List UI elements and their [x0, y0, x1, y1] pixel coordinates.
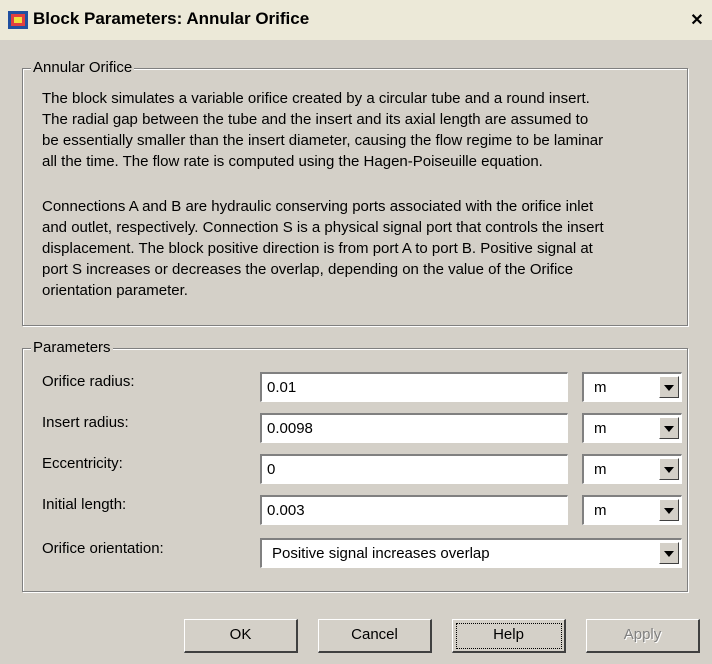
description-group-title: Annular Orifice [31, 59, 135, 76]
orifice-orientation-label: Orifice orientation: [42, 540, 164, 557]
description-paragraph-2: Connections A and B are hydraulic conser… [42, 198, 604, 299]
initial-length-label: Initial length: [42, 496, 127, 513]
help-button[interactable]: Help [452, 619, 566, 653]
cancel-button[interactable]: Cancel [318, 619, 432, 653]
initial-length-input[interactable]: 0.003 [260, 495, 568, 525]
chevron-down-icon[interactable] [659, 499, 679, 521]
close-icon[interactable]: ✕ [689, 13, 705, 29]
ok-button[interactable]: OK [184, 619, 298, 653]
chevron-down-icon[interactable] [659, 417, 679, 439]
insert-radius-input[interactable]: 0.0098 [260, 413, 568, 443]
chevron-down-icon[interactable] [659, 376, 679, 398]
eccentricity-label: Eccentricity: [42, 455, 123, 472]
description-paragraph-1: The block simulates a variable orifice c… [42, 90, 604, 170]
orifice-radius-unit-select[interactable]: m [582, 372, 682, 402]
orifice-orientation-select[interactable]: Positive signal increases overlap [260, 538, 682, 568]
chevron-down-icon[interactable] [659, 458, 679, 480]
simulink-block-icon [8, 11, 28, 29]
apply-button[interactable]: Apply [586, 619, 700, 653]
window-title: Block Parameters: Annular Orifice [33, 9, 310, 28]
insert-radius-unit-select[interactable]: m [582, 413, 682, 443]
chevron-down-icon[interactable] [659, 542, 679, 564]
orifice-radius-input[interactable]: 0.01 [260, 372, 568, 402]
initial-length-unit-select[interactable]: m [582, 495, 682, 525]
insert-radius-label: Insert radius: [42, 414, 129, 431]
insert-radius-unit-value: m [594, 420, 607, 437]
orifice-orientation-value: Positive signal increases overlap [272, 545, 490, 562]
eccentricity-unit-select[interactable]: m [582, 454, 682, 484]
initial-length-unit-value: m [594, 502, 607, 519]
eccentricity-unit-value: m [594, 461, 607, 478]
orifice-radius-unit-value: m [594, 379, 607, 396]
parameters-group-title: Parameters [31, 339, 113, 356]
orifice-radius-label: Orifice radius: [42, 373, 135, 390]
eccentricity-input[interactable]: 0 [260, 454, 568, 484]
title-bar: Block Parameters: Annular Orifice ✕ [0, 0, 712, 40]
